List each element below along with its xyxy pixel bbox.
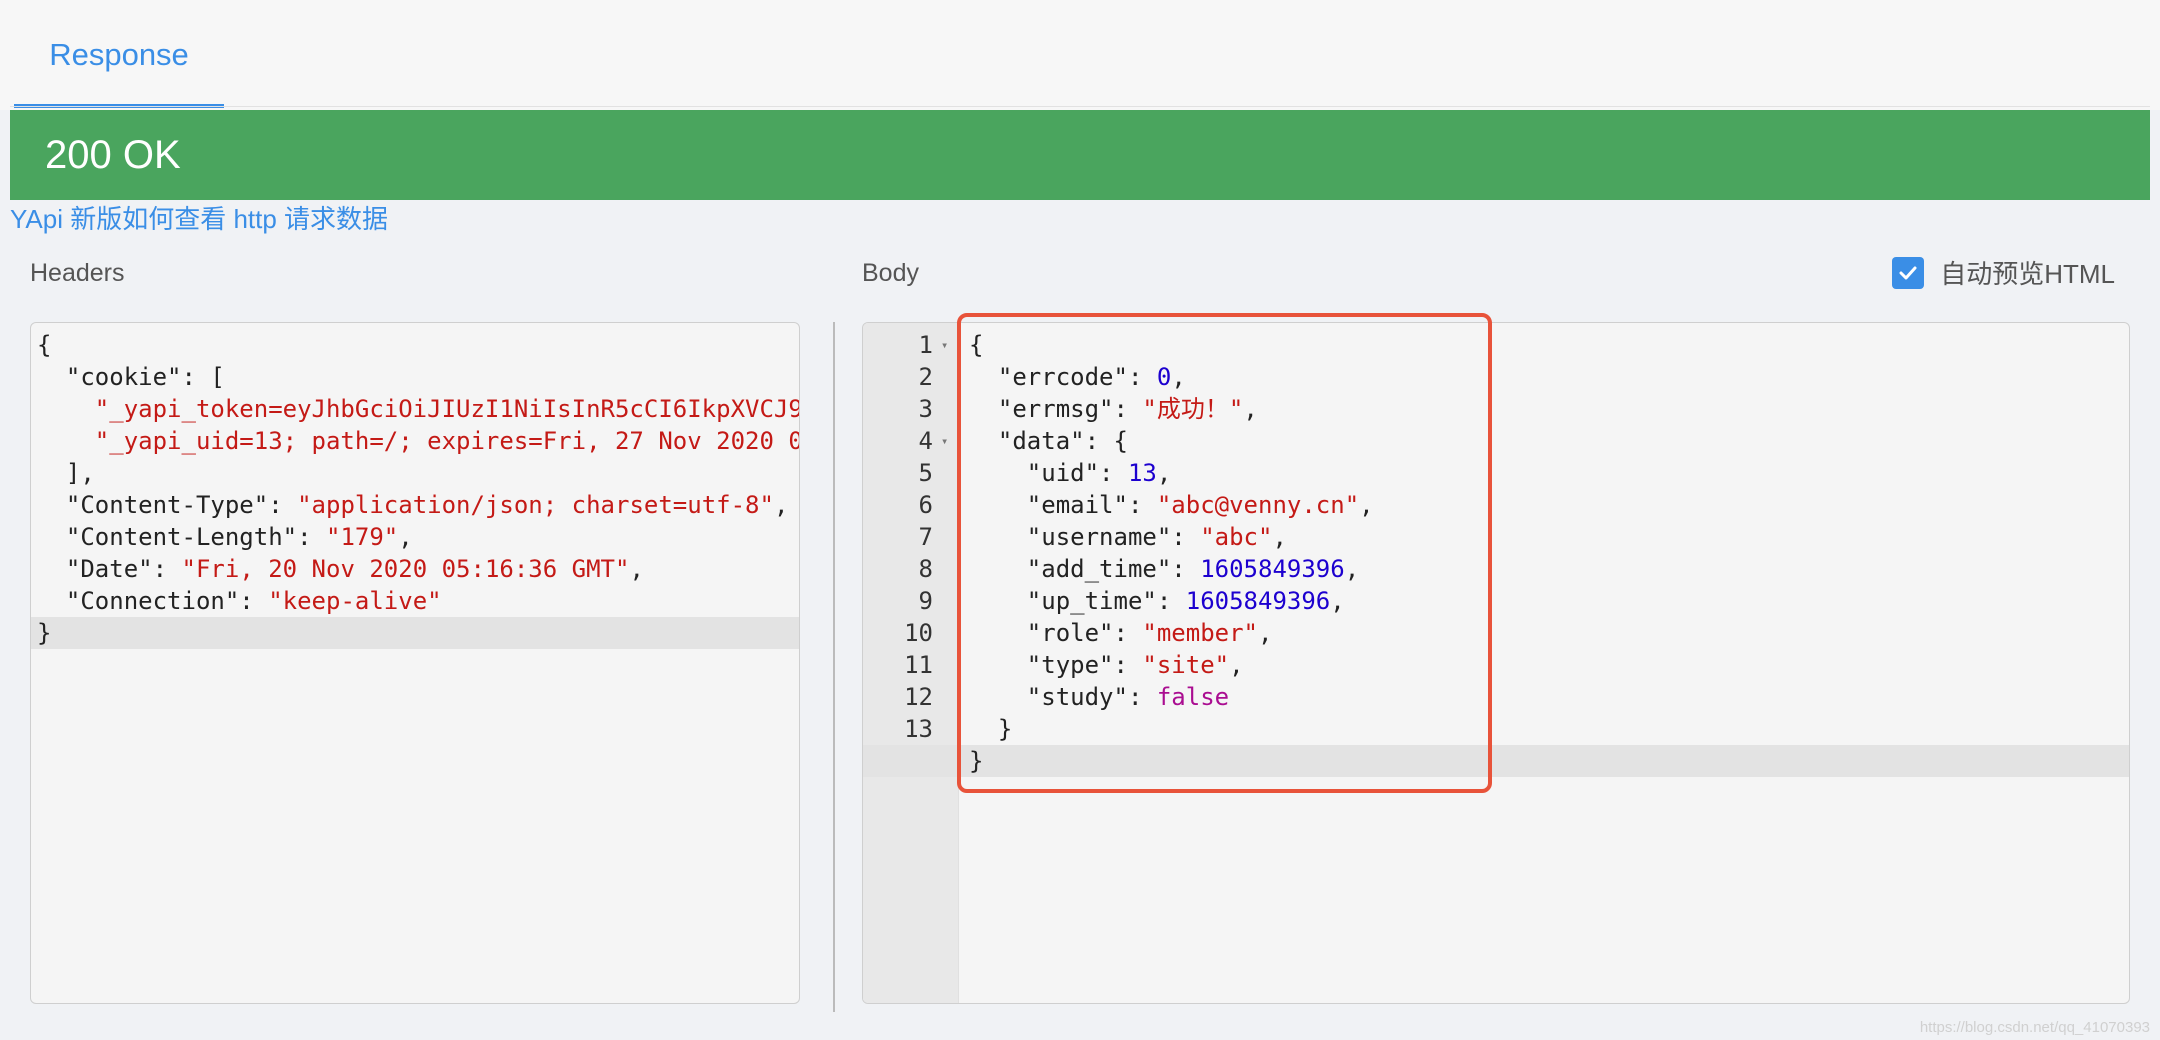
check-icon [1899,266,1917,279]
code-line-text: "Connection": "keep-alive" [37,585,442,617]
code-token: "_yapi_uid=13; path=/; expires=Fri, 27 N… [94,427,800,455]
code-line: "Connection": "keep-alive" [31,585,799,617]
code-line: "_yapi_uid=13; path=/; expires=Fri, 27 N… [31,425,799,457]
code-token: : [152,555,182,583]
code-token: : [297,523,326,551]
yapi-help-link[interactable]: YApi 新版如何查看 http 请求数据 [10,202,388,236]
code-line-text: "_yapi_uid=13; path=/; expires=Fri, 27 N… [37,425,800,457]
annotation-highlight-box [957,313,1492,793]
tabbar-divider [10,106,2150,107]
code-line: "Content-Length": "179", [31,521,799,553]
code-token: "_yapi_token=eyJhbGciOiJIUzI1NiIsInR5cCI… [94,395,800,423]
code-line-text: { [37,329,51,361]
headers-label: Headers [30,259,125,287]
tab-response[interactable]: Response [14,0,224,108]
code-line: { [31,329,799,361]
code-token: : [ [181,363,225,391]
code-token: "Connection" [65,587,240,615]
code-token: "Content-Length" [65,523,298,551]
code-line: } [31,617,799,649]
code-token: : [268,491,298,519]
code-token: : [239,587,269,615]
watermark: https://blog.csdn.net/qq_41070393 [1919,1019,2150,1036]
code-line-text: "Date": "Fri, 20 Nov 2020 05:16:36 GMT", [37,553,644,585]
code-token: "keep-alive" [268,587,442,615]
code-token: "application/json; charset=utf-8" [297,491,774,519]
code-token: "Date" [65,555,153,583]
code-token: , [398,523,413,551]
preview-label: 自动预览HTML [1940,259,2115,289]
code-line: "Date": "Fri, 20 Nov 2020 05:16:36 GMT", [31,553,799,585]
code-token: } [37,619,52,647]
code-line-text: "Content-Type": "application/json; chars… [37,489,788,521]
code-line: "Content-Type": "application/json; chars… [31,489,799,521]
panel-divider[interactable] [833,322,835,1012]
preview-checkbox[interactable] [1892,256,1925,289]
headers-editor[interactable]: { "cookie": [ "_yapi_token=eyJhbGciOiJIU… [30,322,800,1004]
code-token: "cookie" [65,363,182,391]
code-line-text: } [37,617,51,649]
code-line-text: "Content-Length": "179", [37,521,413,553]
code-line: ], [31,457,799,489]
code-line: "cookie": [ [31,361,799,393]
code-line-text: "cookie": [ [37,361,225,393]
code-token: "Fri, 20 Nov 2020 05:16:36 GMT" [181,555,630,583]
code-token: { [37,331,52,359]
code-line-text: ], [37,457,95,489]
code-line: "_yapi_token=eyJhbGciOiJIUzI1NiIsInR5cCI… [31,393,799,425]
code-line-text: "_yapi_token=eyJhbGciOiJIUzI1NiIsInR5cCI… [37,393,800,425]
code-token: "Content-Type" [65,491,269,519]
response-tabbar: Response [0,0,2160,110]
code-token: , [773,491,789,519]
auto-preview-toggle[interactable]: 自动预览HTML [1892,254,2115,291]
code-token: , [629,555,644,583]
code-token: "179" [326,523,399,551]
body-label: Body [862,259,919,287]
code-token: ], [37,459,95,487]
status-banner: 200 OK [10,110,2150,200]
